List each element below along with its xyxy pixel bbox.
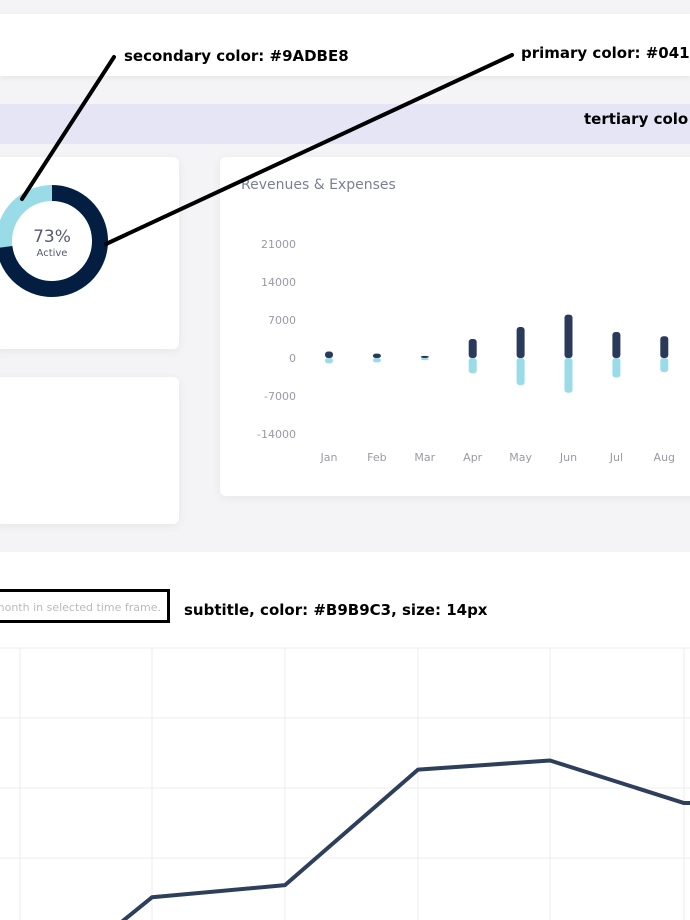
y-tick-label: -14000 <box>257 428 296 441</box>
x-tick-label: Jun <box>559 451 577 464</box>
revenue-expense-card: Revenues & Expenses 21000 14000 7000 0 -7000… <box>220 157 690 496</box>
bar-aug-expense <box>660 358 669 373</box>
bar-mar-revenue <box>420 355 429 358</box>
bar-apr-revenue <box>468 339 477 358</box>
bar-jul-revenue <box>612 331 621 358</box>
annotation-secondary-color: secondary color: #9ADBE8 <box>124 47 349 65</box>
x-tick-label: Feb <box>367 451 386 464</box>
x-tick-label: Apr <box>463 451 483 464</box>
bar-jun-revenue <box>564 314 573 358</box>
x-tick-label: Jan <box>320 451 338 464</box>
line-series <box>120 758 690 920</box>
bar-jan-expense <box>325 358 333 364</box>
bar-may-revenue <box>516 327 525 358</box>
bar-feb-revenue <box>372 353 381 358</box>
empty-card <box>0 377 179 524</box>
bar-jun-expense <box>564 358 573 393</box>
y-tick-label: 14000 <box>261 276 296 289</box>
donut-card: 73% Active <box>0 157 179 349</box>
x-tick-label: Jul <box>609 451 623 464</box>
line-chart-subtitle: month in selected time frame. <box>0 601 161 614</box>
bar-mar-expense <box>420 358 429 361</box>
x-tick-label: Mar <box>414 451 435 464</box>
y-tick-label: 7000 <box>268 314 296 327</box>
y-tick-label: 21000 <box>261 238 296 251</box>
y-tick-label: -7000 <box>264 390 296 403</box>
bar-may-expense <box>516 358 525 386</box>
x-tick-label: Aug <box>654 451 675 464</box>
bar-jul-expense <box>612 358 621 378</box>
x-tick-label: May <box>509 451 532 464</box>
donut-chart: 73% Active <box>0 185 108 297</box>
bar-feb-expense <box>372 358 381 363</box>
donut-percent: 73% <box>33 227 71 247</box>
donut-label: Active <box>37 248 68 259</box>
y-tick-label: 0 <box>289 352 296 365</box>
bar-jan-revenue <box>325 351 333 358</box>
bar-aug-revenue <box>660 336 669 358</box>
annotation-tertiary-color: tertiary colo <box>584 110 689 128</box>
subtitle-highlight-box: month in selected time frame. <box>0 589 170 623</box>
annotation-subtitle: subtitle, color: #B9B9C3, size: 14px <box>184 601 488 619</box>
annotation-primary-color: primary color: #041 <box>521 44 690 62</box>
bar-chart: 21000 14000 7000 0 -7000 -14000 Jan Feb Mar Apr Ma… <box>257 238 675 464</box>
bar-apr-expense <box>468 358 477 374</box>
